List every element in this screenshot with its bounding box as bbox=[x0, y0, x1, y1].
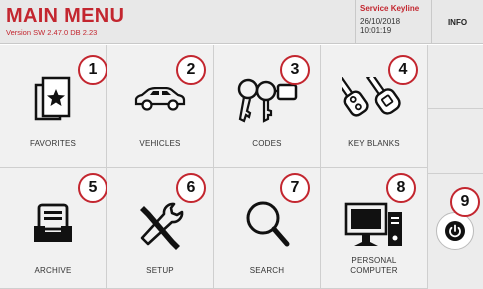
service-date: 26/10/2018 bbox=[360, 17, 401, 26]
service-title: Service Keyline bbox=[360, 4, 420, 13]
badge-1: 1 bbox=[78, 55, 108, 85]
page-title: MAIN MENU bbox=[6, 5, 125, 27]
info-button[interactable]: INFO bbox=[432, 0, 483, 44]
header-divider bbox=[355, 0, 356, 44]
car-icon bbox=[134, 87, 186, 111]
badge-5: 5 bbox=[78, 173, 108, 203]
favorites-label: FAVORITES bbox=[29, 139, 77, 148]
archive-tray-icon bbox=[34, 203, 72, 242]
personal-computer-label-line2: COMPUTER bbox=[350, 266, 398, 275]
side-panel-top bbox=[428, 45, 483, 109]
key-blanks-label: KEY BLANKS bbox=[348, 139, 400, 148]
tools-icon bbox=[140, 202, 184, 250]
badge-6: 6 bbox=[176, 173, 206, 203]
personal-computer-label-line1: PERSONAL bbox=[351, 256, 397, 265]
badge-2: 2 bbox=[176, 55, 206, 85]
search-label: SEARCH bbox=[249, 266, 285, 275]
badge-7: 7 bbox=[280, 173, 310, 203]
magnifier-icon bbox=[246, 201, 290, 247]
setup-label: SETUP bbox=[146, 266, 174, 275]
codes-label: CODES bbox=[252, 139, 282, 148]
badge-4: 4 bbox=[388, 55, 418, 85]
badge-3: 3 bbox=[280, 55, 310, 85]
badge-9: 9 bbox=[450, 187, 480, 217]
vehicles-label: VEHICLES bbox=[139, 139, 181, 148]
service-time: 10:01:19 bbox=[360, 26, 392, 35]
side-panel-middle bbox=[428, 109, 483, 174]
power-icon bbox=[445, 221, 465, 241]
version-text: Version SW 2.47.0 DB 2.23 bbox=[6, 28, 98, 37]
archive-label: ARCHIVE bbox=[34, 266, 72, 275]
header-bar: MAIN MENU Version SW 2.47.0 DB 2.23 Serv… bbox=[0, 0, 483, 44]
computer-icon bbox=[344, 202, 402, 246]
badge-8: 8 bbox=[386, 173, 416, 203]
power-button[interactable] bbox=[436, 212, 474, 250]
star-cards-icon bbox=[34, 76, 71, 121]
